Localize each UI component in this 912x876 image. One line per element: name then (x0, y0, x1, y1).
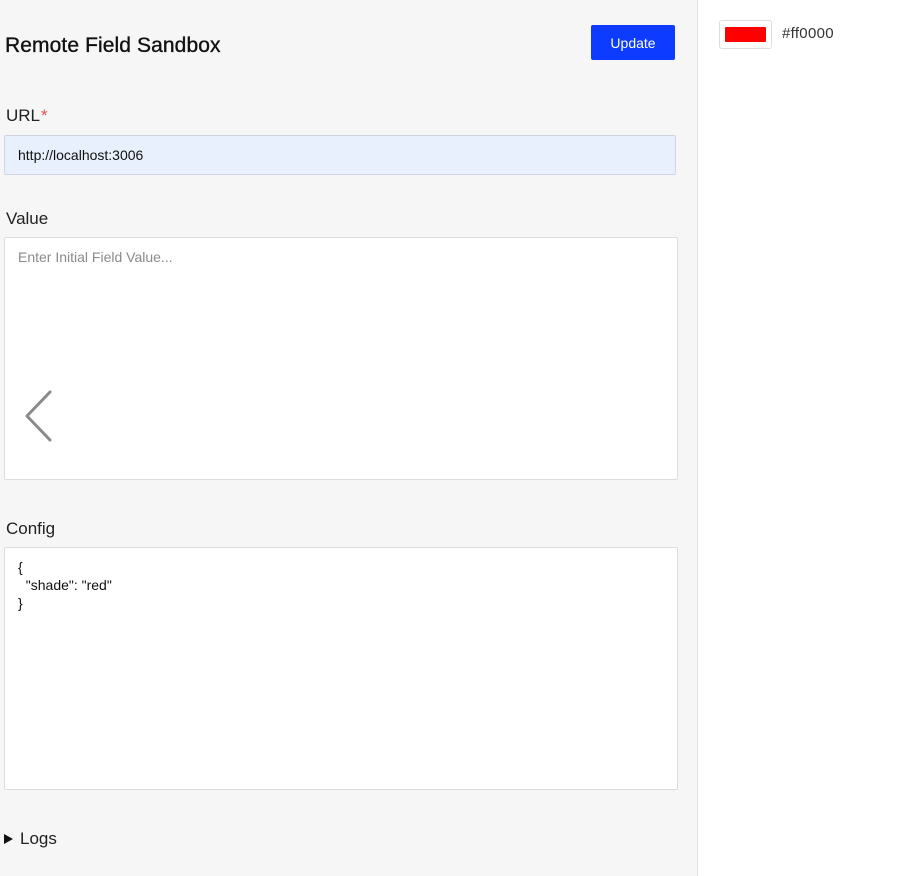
page-title: Remote Field Sandbox (5, 34, 221, 57)
value-textarea[interactable] (4, 237, 678, 480)
config-textarea[interactable] (4, 547, 678, 790)
preview-panel (699, 0, 912, 876)
required-marker: * (41, 106, 48, 125)
logs-toggle[interactable]: Logs (4, 829, 57, 849)
update-button[interactable]: Update (591, 25, 675, 60)
chevron-left-icon[interactable] (24, 390, 54, 442)
logs-label: Logs (20, 829, 57, 848)
url-label-text: URL (6, 106, 41, 125)
color-swatch-button[interactable] (719, 20, 772, 49)
url-label: URL* (6, 106, 48, 126)
url-input[interactable] (4, 135, 676, 175)
triangle-right-icon (4, 834, 13, 844)
config-label: Config (6, 519, 56, 538)
color-swatch-fill (725, 27, 766, 42)
app-root: Remote Field Sandbox Update URL* Value C… (0, 0, 912, 876)
value-label: Value (6, 209, 49, 228)
sandbox-panel: Remote Field Sandbox Update URL* Value C… (0, 0, 698, 876)
color-hex-value: #ff0000 (782, 25, 834, 42)
